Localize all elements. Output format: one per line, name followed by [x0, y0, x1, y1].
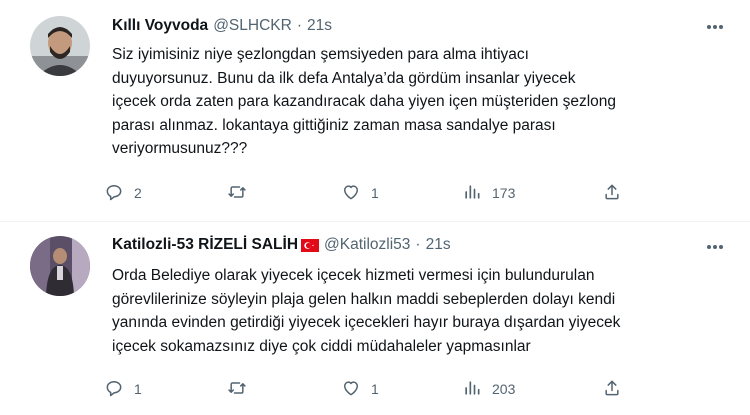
- like-button[interactable]: 1: [341, 181, 379, 205]
- tweet-actions: 2 1 173: [104, 181, 644, 205]
- views-icon: [462, 182, 482, 205]
- author-name[interactable]: Katilozli-53 RİZELİ SALİH: [112, 236, 298, 254]
- avatar[interactable]: [30, 16, 90, 76]
- share-icon: [602, 182, 622, 205]
- tweet-text-line: veriyormusunuz???: [112, 140, 248, 157]
- more-icon[interactable]: [704, 18, 726, 36]
- heart-icon: [341, 182, 361, 205]
- share-button[interactable]: [602, 377, 622, 401]
- tweet-text-line: duyuyorsunuz. Bunu da ilk defa Antalya’d…: [112, 69, 576, 87]
- share-button[interactable]: [602, 181, 622, 205]
- reply-icon: [104, 378, 124, 401]
- like-count: 1: [371, 381, 379, 397]
- author-name[interactable]: Kıllı Voyvoda: [112, 17, 208, 35]
- separator-dot: ·: [296, 17, 302, 34]
- retweet-button[interactable]: [227, 181, 257, 205]
- heart-icon: [341, 378, 361, 401]
- reply-count: 2: [134, 185, 142, 201]
- tweet-text-line: yanında evinden getirdiği yiyecek içecek…: [112, 314, 621, 331]
- tweet-text-line: içecek sokamazsınız diye çok ciddi müdah…: [112, 337, 531, 355]
- share-icon: [602, 378, 622, 401]
- separator-dot: ·: [415, 236, 421, 253]
- retweet-icon: [227, 182, 247, 205]
- author-handle[interactable]: @Katilozli53: [324, 236, 410, 254]
- like-button[interactable]: 1: [341, 377, 379, 401]
- tweet-actions: 1 1 203: [104, 377, 644, 401]
- author-handle[interactable]: @SLHCKR: [213, 17, 292, 35]
- more-icon[interactable]: [704, 238, 726, 256]
- turkey-flag-icon: [301, 238, 320, 252]
- retweet-icon: [227, 378, 247, 401]
- reply-button[interactable]: 1: [104, 377, 142, 401]
- tweet-text: Siz iyimisiniz niye şezlongdan şemsiyede…: [112, 43, 732, 161]
- tweet[interactable]: Kıllı Voyvoda @SLHCKR · 21s Siz iyimisin…: [0, 0, 750, 222]
- tweet[interactable]: Katilozli-53 RİZELİ SALİH @Katilozli53 ·…: [0, 222, 750, 415]
- retweet-button[interactable]: [227, 377, 257, 401]
- reply-button[interactable]: 2: [104, 181, 142, 205]
- tweet-text: Orda Belediye olarak yiyecek içecek hizm…: [112, 264, 732, 358]
- reply-icon: [104, 182, 124, 205]
- tweet-text-line: Siz iyimisiniz niye şezlongdan şemsiyede…: [112, 46, 529, 63]
- timestamp[interactable]: 21s: [307, 17, 332, 35]
- tweet-text-line: parası alınmaz. lokantaya gittiğiniz zam…: [112, 116, 556, 134]
- avatar[interactable]: [30, 236, 90, 296]
- tweet-text-line: görevlilerinize söyleyin plaja gelen hal…: [112, 290, 616, 308]
- tweet-text-line: içecek orda zaten para kazandıracak daha…: [112, 93, 617, 110]
- tweet-header: Katilozli-53 RİZELİ SALİH @Katilozli53 ·…: [112, 234, 451, 256]
- timestamp[interactable]: 21s: [426, 236, 451, 254]
- views-button[interactable]: 203: [462, 377, 515, 401]
- reply-count: 1: [134, 381, 142, 397]
- views-count: 173: [492, 185, 516, 201]
- tweet-header: Kıllı Voyvoda @SLHCKR · 21s: [112, 15, 332, 37]
- views-button[interactable]: 173: [462, 181, 515, 205]
- views-count: 203: [492, 381, 516, 397]
- tweet-text-line: Orda Belediye olarak yiyecek içecek hizm…: [112, 267, 595, 284]
- like-count: 1: [371, 185, 379, 201]
- views-icon: [462, 378, 482, 401]
